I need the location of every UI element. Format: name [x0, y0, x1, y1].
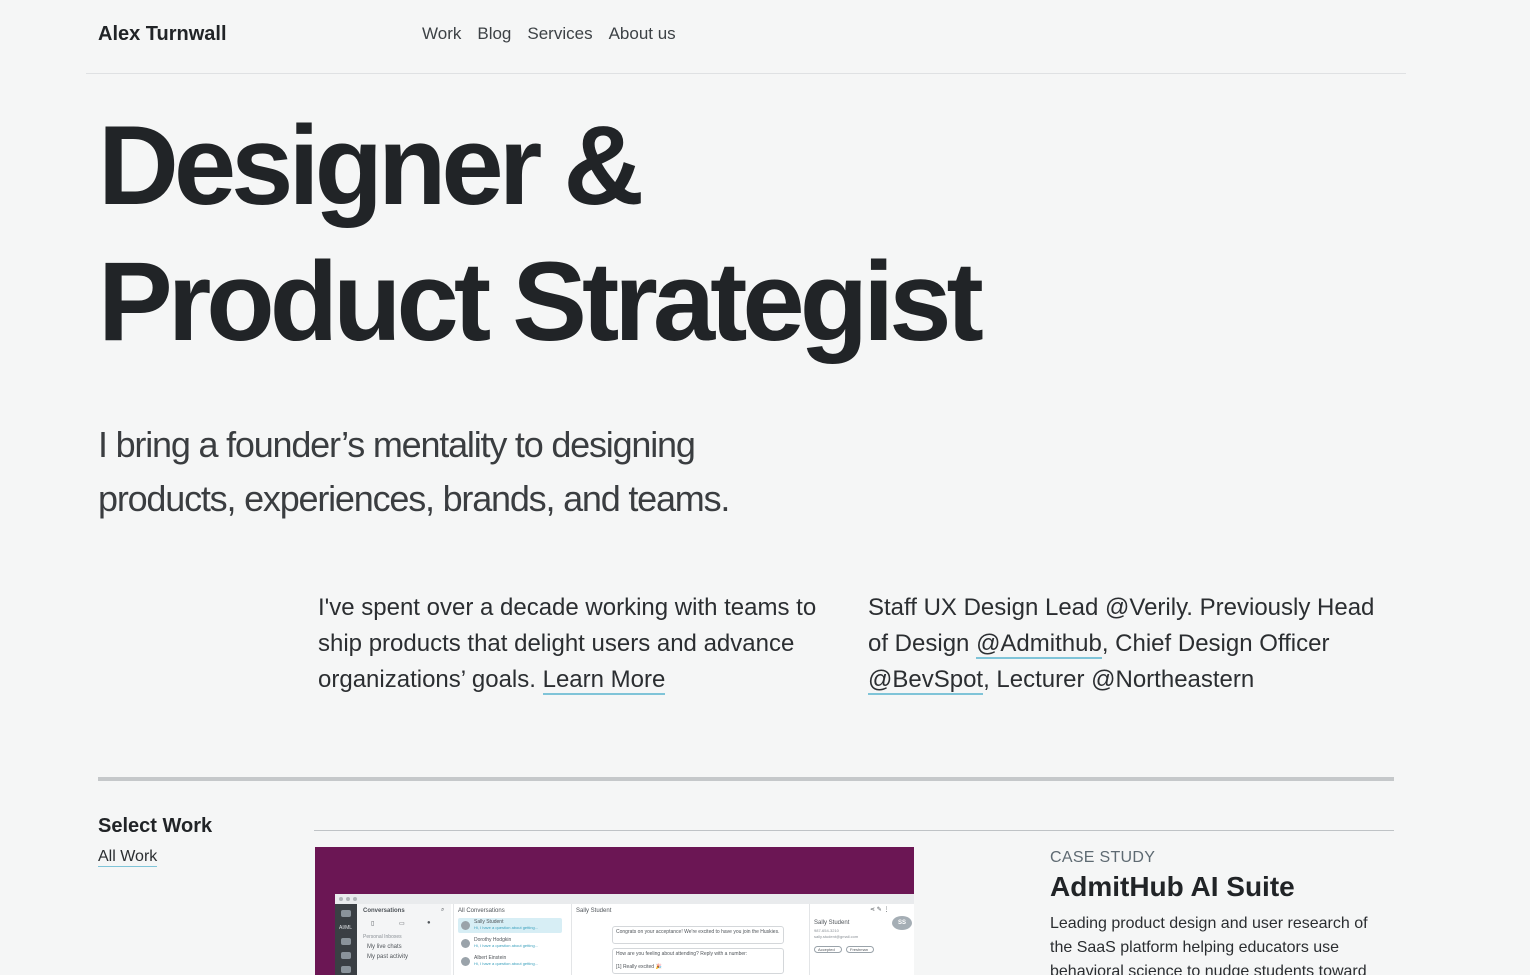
nav-blog[interactable]: Blog [477, 24, 511, 44]
section-divider [98, 777, 1394, 781]
mock-contact-preview: Hi, I have a question about getting... [474, 925, 539, 930]
hero-subtitle: I bring a founder’s mentality to designi… [98, 424, 730, 519]
mock-conversations-label: Conversations [363, 908, 405, 914]
mock-message-bubble: Congrats on your acceptance! We're excit… [612, 926, 784, 944]
work-list-divider [314, 830, 1394, 831]
hero-title-line-1: Designer & [98, 103, 644, 228]
intro-right-suffix: , Lecturer @Northeastern [983, 666, 1255, 693]
mock-avatar [461, 921, 470, 930]
admithub-link[interactable]: @Admithub [976, 630, 1102, 659]
mock-conversation-list: All Conversations Sally Student Hi, I ha… [453, 904, 569, 975]
bevspot-link[interactable]: @BevSpot [868, 666, 984, 695]
mock-grid-icon [341, 938, 351, 945]
case-study-title[interactable]: AdmitHub AI Suite [1050, 871, 1295, 903]
mock-window-dot [346, 897, 350, 901]
mock-chip-label: Freshman [850, 947, 869, 952]
mock-all-conversations: All Conversations [458, 908, 505, 914]
brand-logo[interactable]: Alex Turnwall [98, 23, 227, 46]
mock-profile-pane: ⋖ ✎ ⋮ Sally Student 987-654-3210 sally.s… [809, 904, 914, 975]
mock-profile-avatar: SS [892, 916, 912, 930]
mock-conversation-row: Sally Student Hi, I have a question abou… [458, 918, 562, 933]
mock-conversation-row: Albert Einstein Hi, I have a question ab… [458, 954, 562, 969]
site-header: Alex Turnwall Work Blog Services About u… [86, 0, 1406, 74]
mock-chip-label: Accepted [818, 947, 835, 952]
mock-chip: Accepted [814, 946, 842, 953]
case-study-kicker: CASE STUDY [1050, 849, 1156, 866]
nav-work[interactable]: Work [422, 24, 461, 44]
mock-desktop-icon: ▭ [399, 921, 405, 927]
mock-message-icon: ● [427, 920, 431, 926]
mock-rail-badge: AI/ML [339, 925, 353, 931]
mock-app-window: AI/ML Conversations ⌕ ▯ ▭ ● Personal Inb… [335, 894, 914, 975]
mock-live-chats: My live chats [367, 944, 402, 950]
nav-about-us[interactable]: About us [609, 24, 676, 44]
mock-avatar [461, 939, 470, 948]
select-work-heading: Select Work [98, 815, 213, 837]
mock-message-text: How are you feeling about attending? Rep… [616, 951, 748, 957]
mock-conversation-row: Dorothy Hodgkin Hi, I have a question ab… [458, 936, 562, 951]
main-nav: Work Blog Services About us [422, 24, 676, 44]
mock-message-bubble: How are you feeling about attending? Rep… [612, 948, 784, 974]
mock-contact-preview: Hi, I have a question about getting... [474, 943, 539, 948]
all-work-link[interactable]: All Work [98, 848, 158, 867]
mock-message-option: [1] Really excited 🎉 [616, 964, 662, 970]
mock-profile-email: sally.student@gmail.com [814, 934, 859, 939]
mock-profile-name: Sally Student [814, 920, 850, 926]
nav-services[interactable]: Services [527, 24, 592, 44]
mock-personal-inboxes: Personal Inboxes [363, 934, 402, 940]
mock-window-dot [353, 897, 357, 901]
mock-avatar [461, 957, 470, 966]
hero-title-line-2: Product Strategist [98, 239, 984, 364]
learn-more-link[interactable]: Learn More [542, 666, 666, 695]
case-study-description: Leading product design and user research… [1050, 915, 1368, 975]
mock-thread-pane: Sally Student Congrats on your acceptanc… [571, 904, 807, 975]
mock-contact-preview: Hi, I have a question about getting... [474, 961, 539, 966]
mock-message-text: Congrats on your acceptance! We're excit… [616, 929, 780, 935]
mock-titlebar [335, 894, 914, 904]
case-study-image[interactable]: AI/ML Conversations ⌕ ▯ ▭ ● Personal Inb… [315, 847, 914, 975]
mock-search-icon: ⌕ [441, 907, 445, 913]
hero-title: Designer & Product Strategist [98, 98, 1098, 370]
mock-share-icon: ⋖ ✎ ⋮ [870, 907, 890, 913]
mock-window-dot [339, 897, 343, 901]
mock-phone-icon: ▯ [371, 921, 375, 927]
mock-chat-icon [341, 952, 351, 959]
mock-profile-phone: 987-654-3210 [814, 928, 839, 933]
intro-right-column: Staff UX Design Lead @Verily. Previously… [868, 590, 1398, 698]
mock-logo-icon [341, 910, 351, 917]
intro-left-column: I've spent over a decade working with te… [318, 590, 838, 698]
mock-download-icon [341, 966, 351, 973]
mock-chip: Freshman [846, 946, 874, 953]
mock-thread-name: Sally Student [576, 908, 612, 914]
mock-past-activity: My past activity [367, 954, 409, 960]
intro-right-mid: , Chief Design Officer [1101, 630, 1330, 657]
mock-nav-rail: AI/ML [335, 904, 357, 975]
mock-inbox-pane: Conversations ⌕ ▯ ▭ ● Personal Inboxes M… [357, 904, 451, 975]
